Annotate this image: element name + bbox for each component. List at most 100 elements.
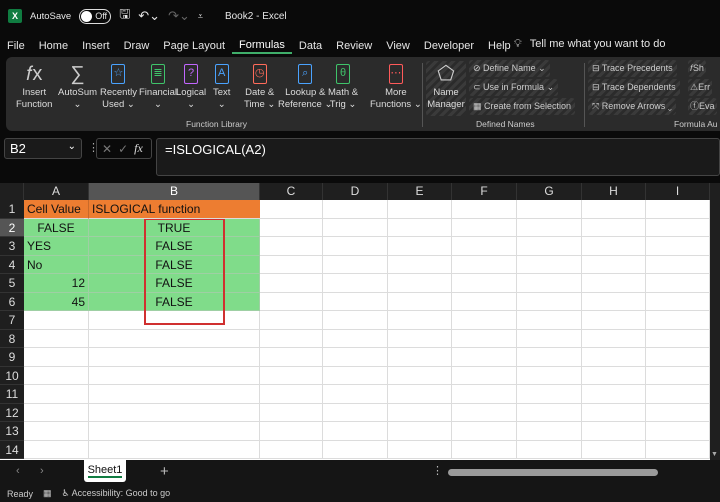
- tab-draw[interactable]: Draw: [117, 40, 157, 52]
- cell-E7[interactable]: [388, 311, 452, 330]
- cell-C7[interactable]: [260, 311, 323, 330]
- cell-F14[interactable]: [452, 440, 517, 459]
- trace-dependents-button[interactable]: ⊟ Trace Dependents: [588, 79, 680, 96]
- cell-A4[interactable]: No: [24, 255, 89, 274]
- vertical-scrollbar[interactable]: ▼: [710, 183, 720, 460]
- autosave-toggle[interactable]: Off: [79, 8, 112, 24]
- cell-G10[interactable]: [517, 366, 582, 385]
- lookup-button[interactable]: ⌕ Lookup & Reference ⌄: [278, 61, 332, 111]
- column-header-B[interactable]: B: [89, 183, 260, 200]
- insert-function-button[interactable]: 𝑓x Insert Function: [16, 61, 52, 111]
- cell-G6[interactable]: [517, 292, 582, 311]
- row-header-6[interactable]: 6: [0, 292, 24, 311]
- cell-F2[interactable]: [452, 218, 517, 237]
- cell-E9[interactable]: [388, 348, 452, 367]
- cell-H13[interactable]: [582, 422, 646, 441]
- cell-D5[interactable]: [323, 274, 388, 293]
- cell-E1[interactable]: [388, 200, 452, 219]
- enter-icon[interactable]: ✓: [118, 142, 128, 156]
- row-header-8[interactable]: 8: [0, 329, 24, 348]
- cell-D9[interactable]: [323, 348, 388, 367]
- add-sheet-icon[interactable]: +: [160, 463, 169, 480]
- cell-I9[interactable]: [646, 348, 710, 367]
- cell-D8[interactable]: [323, 329, 388, 348]
- tab-review[interactable]: Review: [329, 40, 379, 52]
- cell-C13[interactable]: [260, 422, 323, 441]
- cell-B14[interactable]: [89, 440, 260, 459]
- cell-G14[interactable]: [517, 440, 582, 459]
- cell-A14[interactable]: [24, 440, 89, 459]
- cell-G8[interactable]: [517, 329, 582, 348]
- cell-E2[interactable]: [388, 218, 452, 237]
- cell-F4[interactable]: [452, 255, 517, 274]
- column-header-G[interactable]: G: [517, 183, 582, 200]
- select-all-button[interactable]: [0, 183, 24, 200]
- redo-icon[interactable]: ↷⌄: [168, 8, 190, 24]
- cell-I10[interactable]: [646, 366, 710, 385]
- column-header-E[interactable]: E: [388, 183, 452, 200]
- formula-input[interactable]: =ISLOGICAL(A2): [156, 138, 720, 176]
- cell-A1[interactable]: Cell Value: [24, 200, 89, 219]
- cell-I7[interactable]: [646, 311, 710, 330]
- cell-E5[interactable]: [388, 274, 452, 293]
- cell-G11[interactable]: [517, 385, 582, 404]
- cell-F8[interactable]: [452, 329, 517, 348]
- tab-insert[interactable]: Insert: [75, 40, 117, 52]
- cell-D4[interactable]: [323, 255, 388, 274]
- sheet-tab-sheet1[interactable]: Sheet1: [84, 460, 126, 482]
- row-header-12[interactable]: 12: [0, 403, 24, 422]
- date-time-button[interactable]: ◷ Date & Time ⌄: [244, 61, 275, 111]
- macro-record-icon[interactable]: ▦: [43, 488, 52, 499]
- cell-F1[interactable]: [452, 200, 517, 219]
- cell-I3[interactable]: [646, 237, 710, 256]
- cell-A2[interactable]: FALSE: [24, 218, 89, 237]
- cell-E13[interactable]: [388, 422, 452, 441]
- cell-E8[interactable]: [388, 329, 452, 348]
- cell-D10[interactable]: [323, 366, 388, 385]
- error-checking-button[interactable]: ⚠Err: [688, 79, 713, 96]
- cell-C10[interactable]: [260, 366, 323, 385]
- undo-icon[interactable]: ↶⌄: [138, 8, 160, 24]
- evaluate-formula-button[interactable]: ⓕEva: [688, 98, 717, 115]
- horizontal-scrollbar[interactable]: [448, 469, 658, 476]
- tab-help[interactable]: Help: [481, 40, 518, 52]
- cell-D12[interactable]: [323, 403, 388, 422]
- tab-home[interactable]: Home: [32, 40, 75, 52]
- cell-F13[interactable]: [452, 422, 517, 441]
- cell-I1[interactable]: [646, 200, 710, 219]
- column-header-I[interactable]: I: [646, 183, 710, 200]
- cell-D13[interactable]: [323, 422, 388, 441]
- cell-H14[interactable]: [582, 440, 646, 459]
- cell-I14[interactable]: [646, 440, 710, 459]
- cell-E14[interactable]: [388, 440, 452, 459]
- column-header-H[interactable]: H: [582, 183, 646, 200]
- cell-A11[interactable]: [24, 385, 89, 404]
- cell-C12[interactable]: [260, 403, 323, 422]
- cell-C2[interactable]: [260, 218, 323, 237]
- name-box[interactable]: B2 ⌄: [4, 138, 82, 159]
- tab-split-handle[interactable]: ⋮: [432, 464, 443, 477]
- row-header-4[interactable]: 4: [0, 255, 24, 274]
- cell-B11[interactable]: [89, 385, 260, 404]
- remove-arrows-button[interactable]: ⤧ Remove Arrows ⌄: [588, 98, 676, 115]
- cell-H2[interactable]: [582, 218, 646, 237]
- define-name-button[interactable]: ⊘ Define Name ⌄: [469, 60, 550, 77]
- cell-A7[interactable]: [24, 311, 89, 330]
- cell-H9[interactable]: [582, 348, 646, 367]
- row-header-3[interactable]: 3: [0, 237, 24, 256]
- cell-B10[interactable]: [89, 366, 260, 385]
- cell-E12[interactable]: [388, 403, 452, 422]
- row-header-2[interactable]: 2: [0, 218, 24, 237]
- cell-C3[interactable]: [260, 237, 323, 256]
- create-from-selection-button[interactable]: ▦ Create from Selection: [469, 98, 576, 115]
- column-header-F[interactable]: F: [452, 183, 517, 200]
- cell-I4[interactable]: [646, 255, 710, 274]
- insert-function-icon[interactable]: fx: [134, 141, 143, 156]
- cell-D7[interactable]: [323, 311, 388, 330]
- cell-D6[interactable]: [323, 292, 388, 311]
- cell-B13[interactable]: [89, 422, 260, 441]
- cell-G7[interactable]: [517, 311, 582, 330]
- cell-A8[interactable]: [24, 329, 89, 348]
- cell-G2[interactable]: [517, 218, 582, 237]
- row-header-10[interactable]: 10: [0, 366, 24, 385]
